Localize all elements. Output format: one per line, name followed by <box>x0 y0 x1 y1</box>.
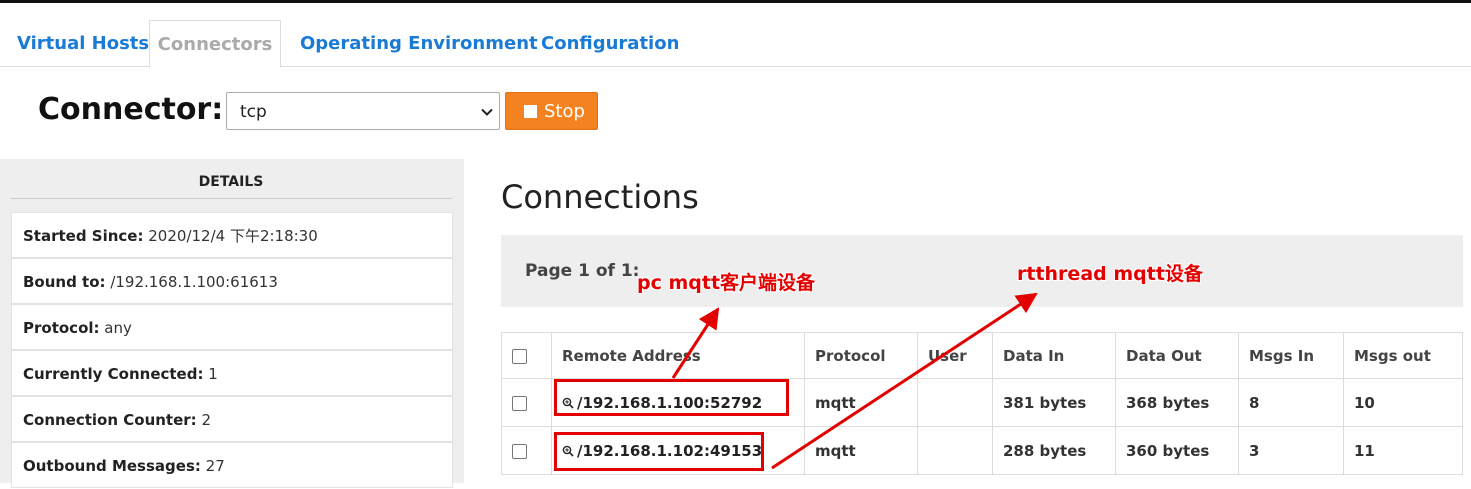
col-data-out[interactable]: Data Out <box>1115 332 1239 379</box>
annotation-pc-label: pc mqtt客户端设备 <box>637 272 816 294</box>
row-select-cell <box>501 378 552 427</box>
tab-configuration[interactable]: Configuration <box>541 20 679 67</box>
detail-bound-to: Bound to: /192.168.1.100:61613 <box>11 258 453 304</box>
annotation-box-rtthread <box>554 432 764 471</box>
col-protocol[interactable]: Protocol <box>804 332 918 379</box>
connector-select-value: tcp <box>240 102 267 122</box>
annotation-rtthread-label: rtthread mqtt设备 <box>1017 263 1203 285</box>
msgs-in-cell: 3 <box>1238 426 1344 475</box>
user-cell <box>917 426 993 475</box>
row-select-cell <box>501 426 552 475</box>
protocol-cell: mqtt <box>804 426 918 475</box>
data-in-cell: 288 bytes <box>992 426 1116 475</box>
protocol-cell: mqtt <box>804 378 918 427</box>
connector-label: Connector: <box>38 92 224 127</box>
detail-connection-counter: Connection Counter: 2 <box>11 396 453 442</box>
pager-label: Page 1 of 1: <box>525 261 640 281</box>
row-checkbox[interactable] <box>512 395 527 411</box>
col-msgs-out[interactable]: Msgs out <box>1343 332 1463 379</box>
col-data-in[interactable]: Data In <box>992 332 1116 379</box>
detail-currently-connected: Currently Connected: 1 <box>11 350 453 396</box>
detail-protocol: Protocol: any <box>11 304 453 350</box>
data-in-cell: 381 bytes <box>992 378 1116 427</box>
details-panel: DETAILS Started Since: 2020/12/4 下午2:18:… <box>0 159 464 488</box>
tab-virtual-hosts[interactable]: Virtual Hosts <box>17 20 149 67</box>
connections-title: Connections <box>501 178 699 216</box>
chevron-down-icon <box>481 108 493 116</box>
select-all-checkbox[interactable] <box>512 348 527 364</box>
user-cell <box>917 378 993 427</box>
tab-bar: Virtual Hosts Connectors Operating Envir… <box>0 20 1471 68</box>
stop-button[interactable]: Stop <box>505 92 598 130</box>
row-checkbox[interactable] <box>512 443 527 459</box>
col-remote-address[interactable]: Remote Address <box>551 332 805 379</box>
detail-started-since: Started Since: 2020/12/4 下午2:18:30 <box>11 212 453 258</box>
annotation-box-pc <box>554 379 789 416</box>
data-out-cell: 360 bytes <box>1115 426 1239 475</box>
data-out-cell: 368 bytes <box>1115 378 1239 427</box>
connector-select[interactable]: tcp <box>226 92 500 130</box>
col-msgs-in[interactable]: Msgs In <box>1238 332 1344 379</box>
details-title: DETAILS <box>10 159 452 199</box>
msgs-in-cell: 8 <box>1238 378 1344 427</box>
msgs-out-cell: 11 <box>1343 426 1463 475</box>
tab-connectors[interactable]: Connectors <box>149 20 281 68</box>
top-border <box>0 0 1471 3</box>
table-header-row: Remote Address Protocol User Data In Dat… <box>501 332 1463 379</box>
col-user[interactable]: User <box>917 332 993 379</box>
tab-operating-environment[interactable]: Operating Environment <box>300 20 538 67</box>
detail-outbound-messages: Outbound Messages: 27 <box>11 442 453 488</box>
stop-button-label: Stop <box>544 101 585 122</box>
select-all-cell <box>501 332 552 379</box>
stop-square-icon <box>524 105 537 118</box>
msgs-out-cell: 10 <box>1343 378 1463 427</box>
